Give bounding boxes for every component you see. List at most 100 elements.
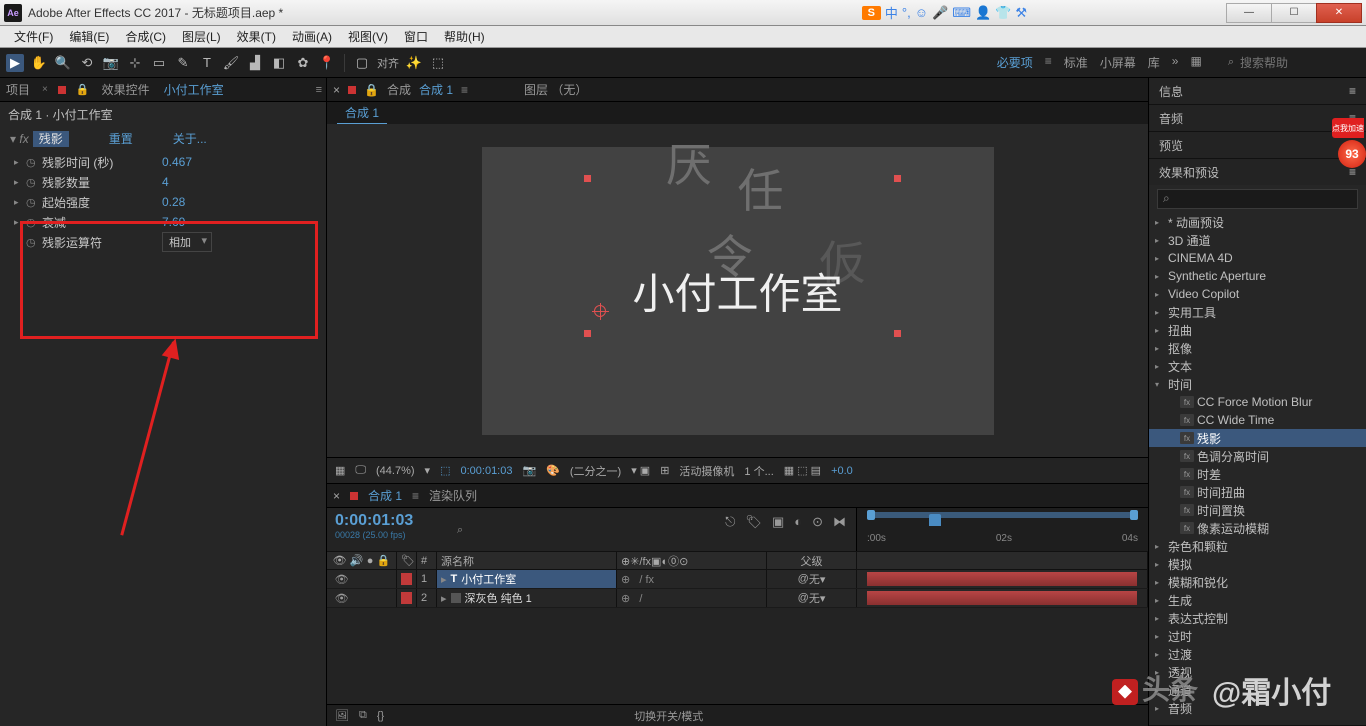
current-time[interactable]: 0:00:01:03 [460,465,512,477]
pen-tool-icon[interactable]: ✎ [174,54,192,72]
playhead[interactable] [929,514,941,526]
tab-close-icon[interactable]: × [42,84,48,95]
render-queue-tab[interactable]: 渲染队列 [429,487,477,504]
tab-close-icon[interactable]: × [333,489,340,503]
effects-tree-item[interactable]: ▸抠像 [1149,339,1366,357]
ime-punct-icon[interactable]: °, [902,5,911,20]
layer-bar[interactable] [867,572,1137,586]
snap-icon[interactable]: ▢ [353,54,371,72]
layer-color[interactable] [401,592,412,604]
minimize-button[interactable]: — [1226,3,1272,23]
brush-tool-icon[interactable]: 🖌 [222,54,240,72]
mask-icon[interactable]: ⬚ [440,464,450,477]
workspace-library[interactable]: 库 [1148,54,1160,71]
effect-about[interactable]: 关于... [173,130,207,147]
maximize-button[interactable]: ☐ [1271,3,1317,23]
effects-tree[interactable]: ▸* 动画预设▸3D 通道▸CINEMA 4D▸Synthetic Apertu… [1149,213,1366,717]
effects-tree-item[interactable]: ▾时间 [1149,375,1366,393]
shape-tool-icon[interactable]: ▭ [150,54,168,72]
comp-tab-name[interactable]: 合成 1 [419,81,453,98]
menu-edit[interactable]: 编辑(E) [61,25,117,48]
color-icon[interactable]: 🎨 [546,464,560,477]
workspace-essentials[interactable]: 必要项 [997,54,1033,71]
layer-switches[interactable]: ⊕ / [617,589,767,607]
canvas-text[interactable]: 小付工作室 [632,260,842,321]
layer-row[interactable]: 👁 2 ▸ 深灰色 纯色 1 ⊕ / @ 无 ▾ [327,589,1148,608]
effect-controls-tab-name[interactable]: 小付工作室 [162,77,226,102]
param-value[interactable]: 0.28 [162,195,185,209]
search-help-input[interactable] [1240,56,1360,70]
effects-tree-item[interactable]: ▸过渡 [1149,645,1366,663]
ime-keyboard-icon[interactable]: ⌨ [952,5,971,21]
timeline-search-icon[interactable]: ⌕ [457,524,463,537]
effects-tree-item[interactable]: ▸过时 [1149,627,1366,645]
text-tool-icon[interactable]: T [198,54,216,72]
panbehind-tool-icon[interactable]: ⊹ [126,54,144,72]
effects-tree-item[interactable]: ▸扭曲 [1149,321,1366,339]
layer-row[interactable]: 👁 1 ▸ T 小付工作室 ⊕ / fx @ 无 ▾ [327,570,1148,589]
menu-window[interactable]: 窗口 [396,25,436,48]
tl-icon[interactable]: ⊙ [812,514,823,530]
canvas[interactable]: 厌 任 令 仮 小付工作室 [482,147,994,435]
mask-icon[interactable]: ⬚ [429,54,447,72]
hand-tool-icon[interactable]: ✋ [30,54,48,72]
workspace-small[interactable]: 小屏幕 [1100,54,1136,71]
operator-dropdown[interactable]: 相加 [162,232,212,252]
workspace-more-icon[interactable]: » [1172,54,1179,71]
transform-handle[interactable] [584,330,591,337]
channel-icon[interactable]: ▾ [425,464,431,477]
effects-tree-item[interactable]: ▸Synthetic Aperture [1149,267,1366,285]
effects-tree-item[interactable]: fxCC Force Motion Blur [1149,393,1366,411]
toggle-switches-button[interactable]: 切换开关/模式 [634,708,703,724]
info-panel-header[interactable]: 信息≡ [1149,78,1366,104]
stopwatch-icon[interactable]: ◷ [26,176,42,189]
effects-tree-item[interactable]: ▸Video Copilot [1149,285,1366,303]
effects-tree-item[interactable]: ▸* 动画预设 [1149,213,1366,231]
timeline-ruler[interactable]: :00s 02s 04s [857,508,1148,551]
transform-handle[interactable] [584,175,591,182]
effects-tree-item[interactable]: ▸生成 [1149,591,1366,609]
menu-file[interactable]: 文件(F) [6,25,61,48]
puppet-tool-icon[interactable]: 📍 [318,54,336,72]
menu-help[interactable]: 帮助(H) [436,25,493,48]
eye-icon[interactable]: 👁 [335,592,349,605]
menu-animation[interactable]: 动画(A) [284,25,340,48]
camera-tool-icon[interactable]: 📷 [102,54,120,72]
effects-tree-item[interactable]: fx色调分离时间 [1149,447,1366,465]
ime-skin-icon[interactable]: 👕 [995,5,1011,21]
resolution-dropdown[interactable]: (二分之一) [570,463,621,479]
parent-pickwhip-icon[interactable]: @ [798,592,809,604]
effects-tree-item[interactable]: ▸模糊和锐化 [1149,573,1366,591]
pixel-icon[interactable]: ▦ ⬚ ▤ [784,464,821,477]
tl-icon[interactable]: ⎋ [725,514,735,530]
effects-tree-item[interactable]: ▸模拟 [1149,555,1366,573]
parent-dropdown[interactable]: 无 [809,571,820,587]
rotate-tool-icon[interactable]: ⟲ [78,54,96,72]
clone-tool-icon[interactable]: ▟ [246,54,264,72]
ime-mic-icon[interactable]: 🎤 [932,5,948,21]
roto-tool-icon[interactable]: ✿ [294,54,312,72]
lock-icon[interactable]: 🔒 [364,83,379,97]
panel-menu-icon[interactable]: ≡ [316,84,322,96]
transform-handle[interactable] [894,330,901,337]
effects-tree-item[interactable]: fx像素运动模糊 [1149,519,1366,537]
effect-controls-tab-prefix[interactable]: 效果控件 [100,77,152,102]
effects-tree-item[interactable]: fx时间扭曲 [1149,483,1366,501]
effects-tree-item[interactable]: ▸文本 [1149,357,1366,375]
effects-tree-item[interactable]: ▸3D 通道 [1149,231,1366,249]
close-button[interactable]: ✕ [1316,3,1362,23]
effects-tree-item[interactable]: ▸CINEMA 4D [1149,249,1366,267]
param-value[interactable]: 4 [162,175,169,189]
tl-icon[interactable]: ▣ [772,514,784,530]
effect-name[interactable]: 残影 [33,131,69,147]
effects-tree-item[interactable]: fxCC Wide Time [1149,411,1366,429]
views-dropdown[interactable]: 1 个... [744,463,773,479]
menu-view[interactable]: 视图(V) [340,25,396,48]
tl-icon[interactable]: 🏷 [745,514,762,530]
ime-tool-icon[interactable]: ⚒ [1015,5,1027,21]
display-icon[interactable]: 🖵 [355,464,366,477]
ime-lang[interactable]: 中 [885,3,898,22]
col-source-name[interactable]: 源名称 [437,552,617,569]
stopwatch-icon[interactable]: ◷ [26,236,42,249]
layer-bar[interactable] [867,591,1137,605]
